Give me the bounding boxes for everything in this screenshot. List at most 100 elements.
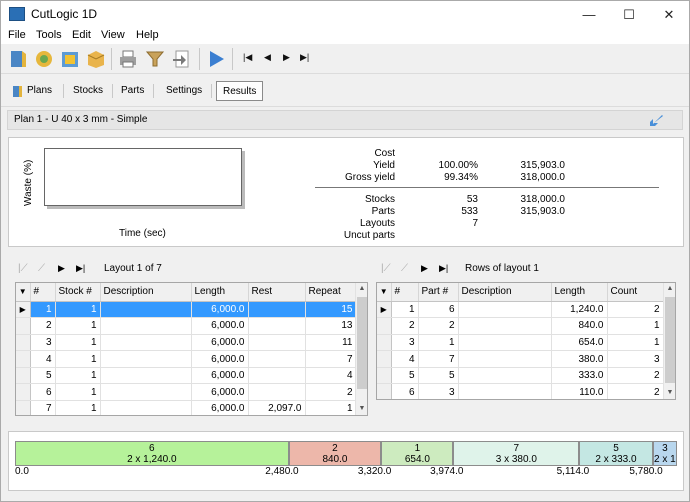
table-row[interactable]: ▶ 1 1 6,000.0 15 bbox=[16, 301, 357, 319]
table-row[interactable]: 6 1 6,000.0 2 bbox=[16, 383, 357, 402]
table-cell[interactable]: 1 bbox=[30, 301, 56, 319]
table-cell[interactable]: 1 bbox=[418, 334, 459, 352]
table-row[interactable]: 3 1 654.0 1 bbox=[377, 334, 664, 352]
export-icon[interactable] bbox=[171, 48, 193, 70]
tab-plans[interactable]: Plans bbox=[21, 81, 58, 101]
table-cell[interactable]: 5 bbox=[30, 367, 56, 385]
table-cell[interactable]: 840.0 bbox=[551, 317, 608, 335]
column-header[interactable]: Rest bbox=[248, 283, 306, 302]
table-cell[interactable]: 5 bbox=[418, 367, 459, 385]
table-cell[interactable]: 1 bbox=[55, 367, 101, 385]
next-icon[interactable]: ▶ bbox=[421, 263, 428, 274]
table-cell[interactable]: 1 bbox=[391, 301, 419, 319]
close-button[interactable]: ✕ bbox=[649, 1, 689, 28]
next-icon[interactable]: ▶ bbox=[58, 263, 65, 274]
table-cell[interactable] bbox=[100, 301, 192, 319]
table-cell[interactable]: 2 bbox=[418, 317, 459, 335]
cut-segment[interactable]: 2 840.0 bbox=[288, 441, 382, 466]
table-cell[interactable]: 11 bbox=[305, 334, 357, 352]
previous-icon[interactable]: ⟋ bbox=[401, 263, 408, 274]
package-icon[interactable] bbox=[85, 48, 107, 70]
table-cell[interactable]: 6,000.0 bbox=[191, 334, 249, 352]
table-cell[interactable] bbox=[248, 317, 306, 335]
table-cell[interactable] bbox=[100, 383, 192, 402]
cut-segment[interactable]: 52 x 333.0 bbox=[579, 441, 653, 466]
table-cell[interactable]: 1 bbox=[55, 301, 101, 319]
table-cell[interactable] bbox=[100, 334, 192, 352]
print-icon[interactable] bbox=[117, 48, 139, 70]
table-cell[interactable] bbox=[100, 400, 192, 415]
table-cell[interactable]: 110.0 bbox=[551, 383, 608, 399]
parts-icon[interactable] bbox=[33, 48, 55, 70]
table-cell[interactable]: 1 bbox=[607, 317, 664, 335]
menu-tools[interactable]: Tools bbox=[36, 29, 62, 41]
table-cell[interactable]: 2,097.0 bbox=[248, 400, 306, 415]
menu-edit[interactable]: Edit bbox=[72, 29, 91, 41]
table-cell[interactable]: 7 bbox=[305, 350, 357, 368]
minimize-button[interactable]: — bbox=[569, 1, 609, 28]
table-cell[interactable] bbox=[458, 334, 552, 352]
table-cell[interactable]: 4 bbox=[305, 367, 357, 385]
table-cell[interactable]: 6,000.0 bbox=[191, 317, 249, 335]
rows-scrollbar[interactable]: ▲ ▼ bbox=[663, 283, 675, 399]
menu-view[interactable]: View bbox=[101, 29, 125, 41]
filter-icon[interactable] bbox=[144, 48, 166, 70]
last-icon[interactable]: ▶| bbox=[300, 52, 309, 63]
tab-parts[interactable]: Parts bbox=[115, 81, 150, 101]
table-cell[interactable]: 333.0 bbox=[551, 367, 608, 385]
table-cell[interactable]: 6,000.0 bbox=[191, 400, 249, 415]
table-cell[interactable]: 3 bbox=[418, 383, 459, 399]
table-cell[interactable]: 2 bbox=[391, 317, 419, 335]
cut-segment[interactable]: 62 x 1,240.0 bbox=[15, 441, 289, 466]
play-icon[interactable] bbox=[205, 48, 227, 70]
table-cell[interactable]: 13 bbox=[305, 317, 357, 335]
table-cell[interactable]: 2 bbox=[607, 367, 664, 385]
table-cell[interactable] bbox=[100, 350, 192, 368]
previous-icon[interactable]: ⟋ bbox=[38, 263, 45, 274]
table-cell[interactable] bbox=[248, 301, 306, 319]
table-cell[interactable]: 1 bbox=[55, 317, 101, 335]
table-row[interactable]: 5 5 333.0 2 bbox=[377, 367, 664, 385]
column-header[interactable]: Stock # bbox=[55, 283, 101, 302]
table-cell[interactable] bbox=[100, 367, 192, 385]
table-cell[interactable] bbox=[458, 317, 552, 335]
table-row[interactable]: 3 1 6,000.0 11 bbox=[16, 334, 357, 352]
table-row[interactable]: 2 1 6,000.0 13 bbox=[16, 317, 357, 335]
scroll-down-icon[interactable]: ▼ bbox=[664, 387, 675, 399]
table-row[interactable]: 2 2 840.0 1 bbox=[377, 317, 664, 335]
table-cell[interactable]: 6 bbox=[391, 383, 419, 399]
table-cell[interactable]: 6,000.0 bbox=[191, 350, 249, 368]
table-cell[interactable]: 5 bbox=[391, 367, 419, 385]
table-cell[interactable]: 6,000.0 bbox=[191, 301, 249, 319]
table-cell[interactable]: 4 bbox=[391, 350, 419, 368]
table-cell[interactable]: 3 bbox=[30, 334, 56, 352]
column-header[interactable]: # bbox=[30, 283, 56, 302]
column-header[interactable]: Description bbox=[458, 283, 552, 302]
table-cell[interactable]: 1,240.0 bbox=[551, 301, 608, 319]
last-icon[interactable]: ▶| bbox=[439, 263, 448, 274]
table-cell[interactable] bbox=[248, 350, 306, 368]
menu-file[interactable]: File bbox=[8, 29, 26, 41]
table-cell[interactable] bbox=[458, 383, 552, 399]
last-icon[interactable]: ▶| bbox=[76, 263, 85, 274]
previous-icon[interactable]: ◀ bbox=[264, 52, 271, 63]
column-header[interactable]: Count bbox=[607, 283, 664, 302]
first-icon[interactable]: |⟋ bbox=[381, 263, 391, 274]
table-cell[interactable]: 2 bbox=[607, 383, 664, 399]
table-cell[interactable]: 4 bbox=[30, 350, 56, 368]
table-cell[interactable]: 1 bbox=[607, 334, 664, 352]
table-cell[interactable]: 1 bbox=[55, 383, 101, 402]
column-header[interactable]: Length bbox=[191, 283, 249, 302]
layouts-scrollbar[interactable]: ▲ ▼ bbox=[355, 283, 367, 415]
maximize-button[interactable]: ☐ bbox=[609, 1, 649, 28]
tab-settings[interactable]: Settings bbox=[160, 81, 208, 101]
table-cell[interactable] bbox=[248, 383, 306, 402]
cut-segment[interactable]: 32 x 1 bbox=[652, 441, 677, 466]
table-row[interactable]: 4 1 6,000.0 7 bbox=[16, 350, 357, 368]
cut-segment[interactable]: 73 x 380.0 bbox=[453, 441, 580, 466]
next-icon[interactable]: ▶ bbox=[283, 52, 290, 63]
scroll-thumb[interactable] bbox=[357, 297, 367, 389]
back-arrow-icon[interactable] bbox=[648, 114, 664, 127]
table-cell[interactable]: 2 bbox=[30, 317, 56, 335]
column-header[interactable]: Repeat bbox=[305, 283, 357, 302]
